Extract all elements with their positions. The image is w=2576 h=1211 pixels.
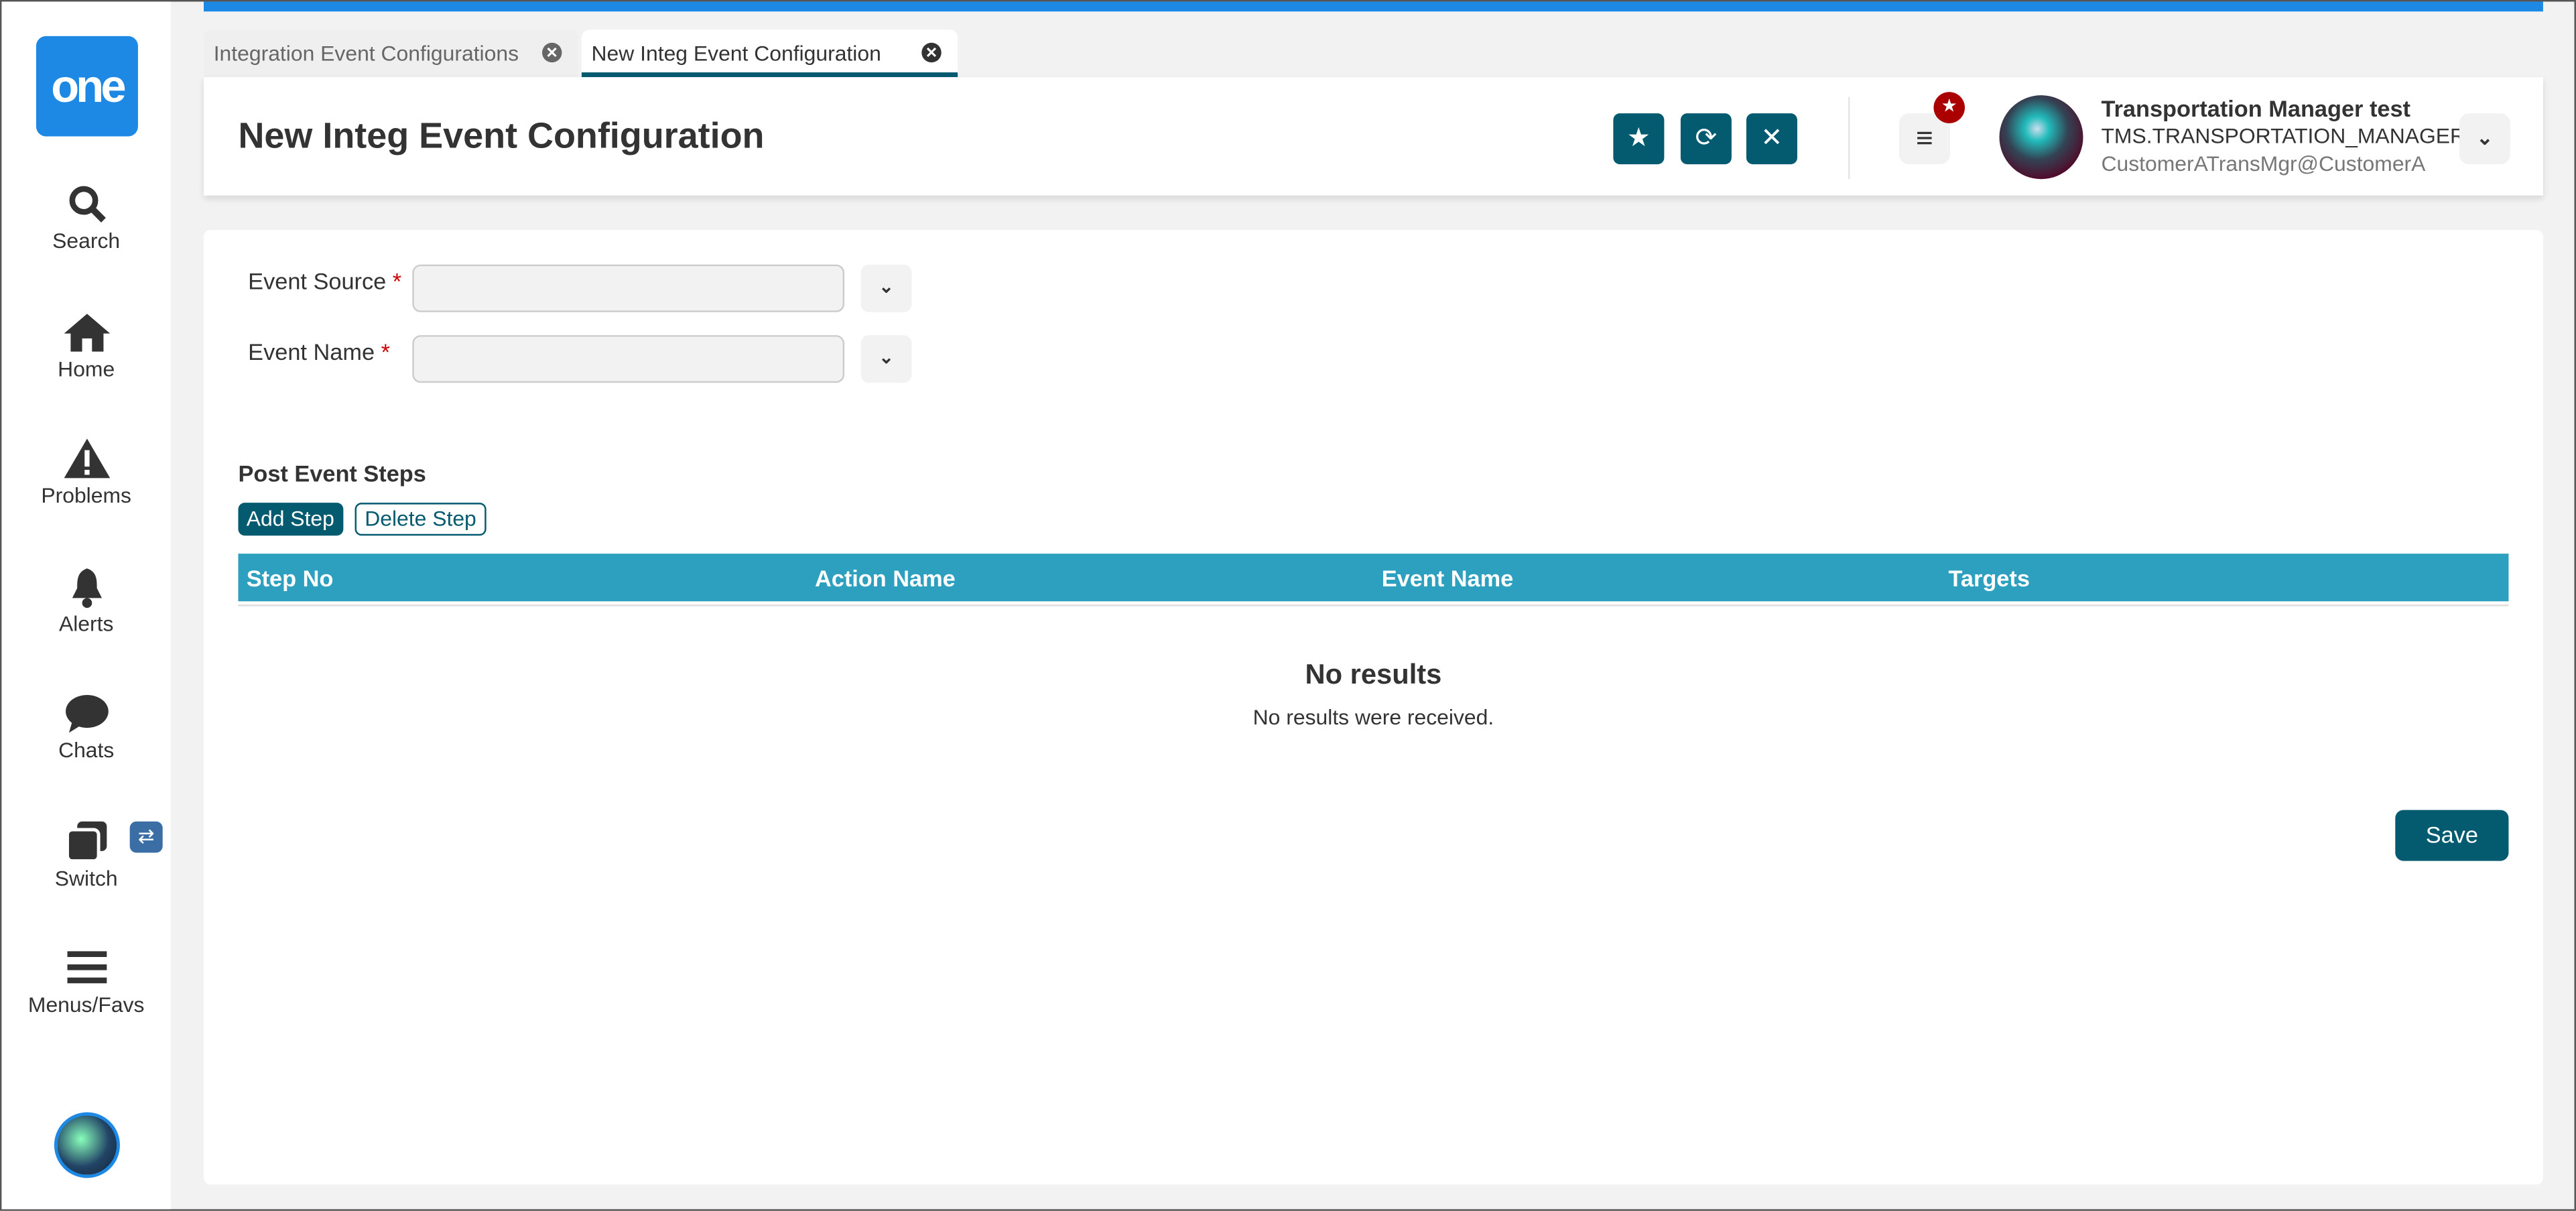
switch-arrows-icon[interactable]: ⇄ bbox=[129, 821, 163, 853]
tab-label: New Integ Event Configuration bbox=[591, 41, 881, 66]
user-name: Transportation Manager test bbox=[2101, 95, 2411, 122]
event-source-label: Event Source * bbox=[248, 268, 401, 294]
nav-home[interactable]: Home bbox=[1, 310, 171, 381]
required-mark: * bbox=[381, 338, 390, 365]
form-panel: Event Source * ⌄ Event Name * ⌄ Post Eve… bbox=[203, 230, 2543, 1185]
column-header[interactable]: Step No bbox=[247, 565, 334, 591]
close-tab-icon[interactable]: ✕ bbox=[921, 42, 942, 63]
refresh-icon: ⟳ bbox=[1695, 125, 1718, 153]
nav-alerts[interactable]: Alerts bbox=[1, 565, 171, 636]
tab-label: Integration Event Configurations bbox=[213, 41, 519, 66]
user-menu-button[interactable]: ⌄ bbox=[2459, 113, 2510, 165]
nav-label: Switch bbox=[54, 865, 118, 891]
refresh-button[interactable]: ⟳ bbox=[1680, 113, 1732, 165]
search-icon bbox=[68, 186, 105, 222]
bell-icon bbox=[71, 568, 101, 609]
close-tab-icon[interactable]: ✕ bbox=[541, 42, 562, 63]
nav-label: Search bbox=[52, 228, 121, 253]
column-header[interactable]: Action Name bbox=[815, 565, 956, 591]
nav-label: Alerts bbox=[58, 611, 114, 636]
hamburger-icon bbox=[66, 951, 107, 984]
windows-icon bbox=[64, 821, 107, 863]
one-logo[interactable]: one bbox=[36, 36, 138, 137]
chat-icon bbox=[64, 694, 108, 733]
sidebar: one Search Home Problems Alerts Chats Sw… bbox=[1, 1, 171, 1210]
add-step-button[interactable]: Add Step bbox=[238, 503, 343, 536]
table-divider bbox=[238, 604, 2509, 607]
empty-title: No results bbox=[1305, 659, 1442, 690]
nav-label: Problems bbox=[41, 483, 132, 508]
required-mark: * bbox=[392, 267, 402, 294]
event-name-label: Event Name * bbox=[248, 338, 390, 365]
section-title: Post Event Steps bbox=[238, 460, 426, 487]
header-divider bbox=[1848, 97, 1850, 180]
event-name-input[interactable] bbox=[412, 335, 845, 383]
favorites-star-badge-icon: ★ bbox=[1933, 92, 1965, 123]
home-icon bbox=[63, 314, 110, 352]
tab-new-integ-event-configuration[interactable]: New Integ Event Configuration ✕ bbox=[581, 29, 958, 78]
column-header[interactable]: Targets bbox=[1948, 565, 2029, 591]
column-header[interactable]: Event Name bbox=[1382, 565, 1514, 591]
nav-chats[interactable]: Chats bbox=[1, 692, 171, 762]
table-header: Step No Action Name Event Name Targets bbox=[238, 554, 2509, 602]
nav-label: Home bbox=[58, 356, 115, 381]
delete-step-button[interactable]: Delete Step bbox=[355, 503, 487, 536]
close-icon: ✕ bbox=[1760, 125, 1783, 153]
chevron-down-icon: ⌄ bbox=[2476, 126, 2494, 150]
star-icon: ★ bbox=[1626, 125, 1651, 153]
label-text: Event Source bbox=[248, 267, 387, 294]
user-email: CustomerATransMgr@CustomerA bbox=[2101, 151, 2426, 176]
hamburger-icon: ≡ bbox=[1916, 121, 1933, 155]
user-avatar-small[interactable] bbox=[54, 1112, 120, 1178]
chevron-down-icon: ⌄ bbox=[879, 277, 894, 298]
event-name-dropdown-button[interactable]: ⌄ bbox=[860, 335, 912, 383]
nav-problems[interactable]: Problems bbox=[1, 437, 171, 508]
close-button[interactable]: ✕ bbox=[1746, 113, 1797, 165]
empty-text: No results were received. bbox=[1252, 704, 1494, 730]
app: one Search Home Problems Alerts Chats Sw… bbox=[0, 0, 2576, 1211]
event-source-input[interactable] bbox=[412, 264, 845, 312]
top-accent-bar bbox=[203, 1, 2543, 12]
page-title: New Integ Event Configuration bbox=[238, 115, 765, 156]
save-button[interactable]: Save bbox=[2395, 810, 2509, 861]
user-role: TMS.TRANSPORTATION_MANAGER bbox=[2101, 123, 2466, 148]
favorite-button[interactable]: ★ bbox=[1613, 113, 1665, 165]
nav-label: Menus/Favs bbox=[27, 992, 145, 1017]
event-source-dropdown-button[interactable]: ⌄ bbox=[860, 264, 912, 312]
tab-integration-event-configurations[interactable]: Integration Event Configurations ✕ bbox=[203, 29, 578, 78]
avatar[interactable] bbox=[1999, 95, 2083, 180]
label-text: Event Name bbox=[248, 338, 375, 365]
nav-menus-favs[interactable]: Menus/Favs bbox=[1, 946, 171, 1017]
nav-label: Chats bbox=[58, 737, 115, 763]
warning-icon bbox=[63, 438, 110, 479]
page-header: New Integ Event Configuration ★ ⟳ ✕ ≡ ★ … bbox=[203, 77, 2543, 196]
nav-search[interactable]: Search bbox=[1, 182, 171, 253]
chevron-down-icon: ⌄ bbox=[879, 348, 894, 369]
